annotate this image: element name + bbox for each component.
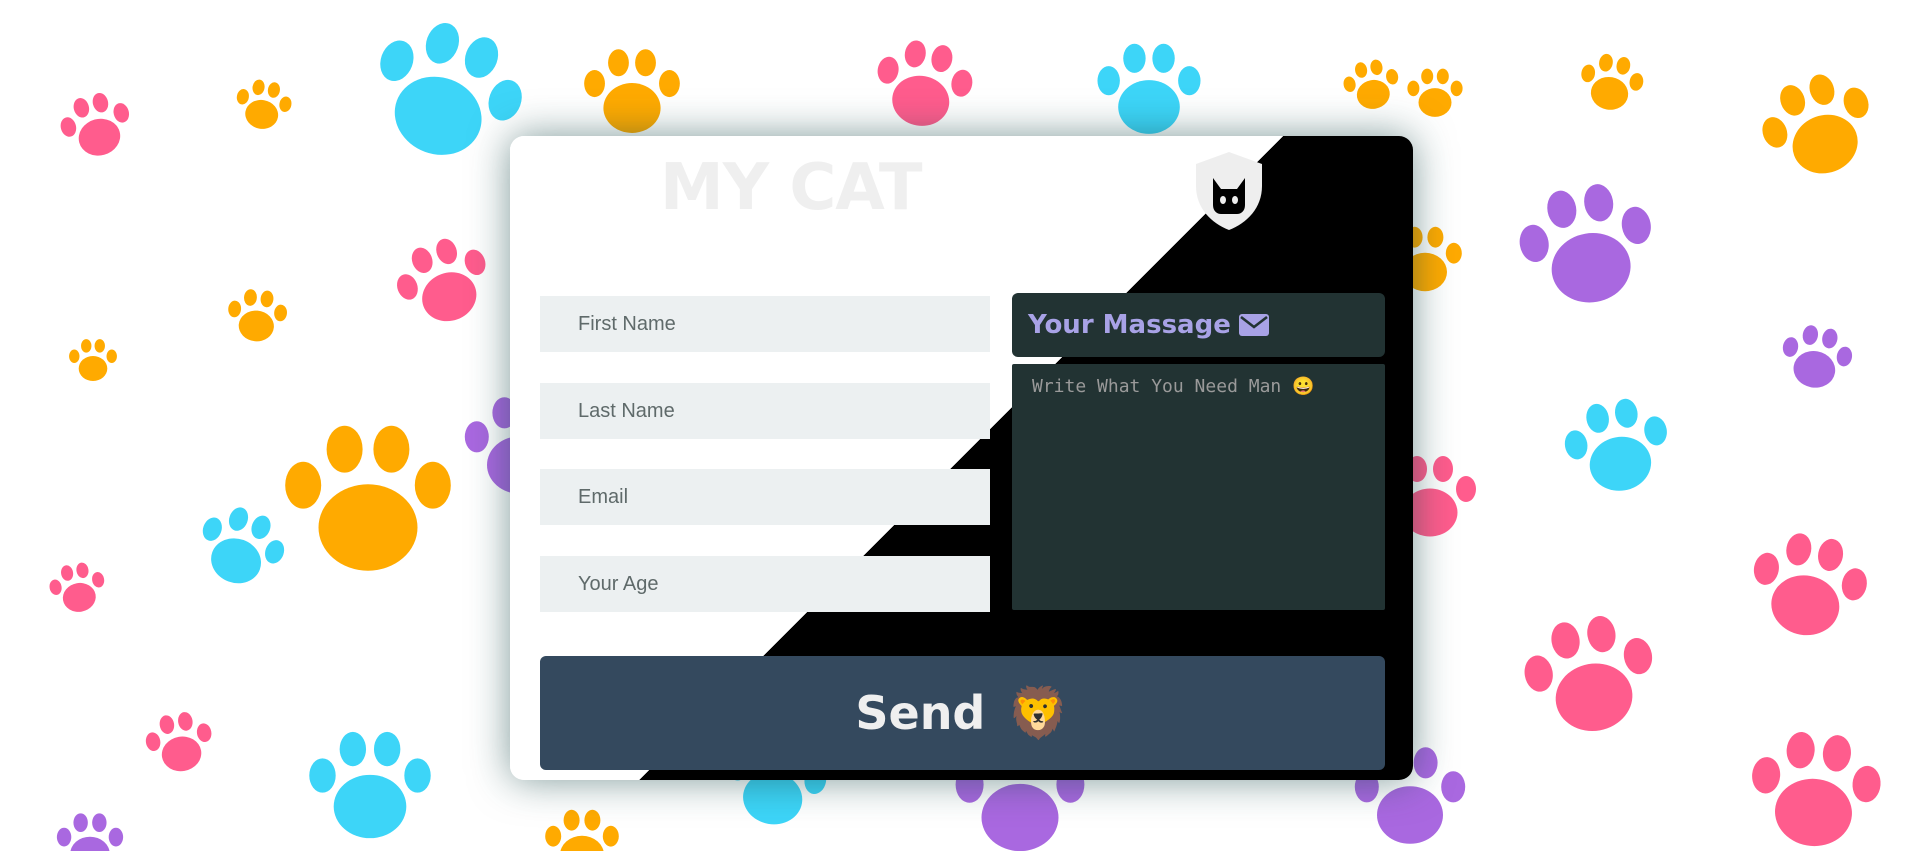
send-button[interactable]: Send 🦁: [540, 656, 1385, 770]
paw-print: [1753, 533, 1867, 636]
paw-print: [145, 712, 212, 772]
paw-print: [236, 79, 292, 129]
lion-emoji-icon: 🦁: [1007, 685, 1070, 741]
paw-print: [60, 92, 130, 156]
paw-print: [1407, 68, 1463, 117]
cat-shield-icon: [1196, 152, 1262, 230]
paw-print: [1524, 616, 1653, 731]
paw-print: [285, 425, 451, 571]
paw-print: [545, 809, 619, 851]
paw-print: [202, 507, 285, 584]
envelope-icon: [1238, 314, 1269, 336]
first-name-input[interactable]: [540, 296, 990, 352]
paw-print: [228, 289, 287, 342]
email-input[interactable]: [540, 469, 990, 525]
send-button-label: Send: [855, 686, 986, 740]
paw-print: [69, 339, 117, 381]
paw-print: [1782, 325, 1853, 388]
paw-print: [1564, 398, 1667, 491]
message-textarea[interactable]: [1012, 364, 1385, 610]
paw-print: [49, 562, 105, 612]
paw-print: [397, 238, 486, 322]
paw-print: [1581, 53, 1644, 110]
paw-print: [1762, 74, 1869, 174]
paw-print: [1519, 184, 1651, 303]
paw-print: [1343, 59, 1399, 109]
last-name-input[interactable]: [540, 383, 990, 439]
paw-print: [584, 49, 680, 133]
contact-card: MY CAT Your Massage Send 🦁: [510, 136, 1413, 780]
paw-print: [1097, 43, 1201, 134]
paw-print: [56, 813, 124, 851]
page-title: MY CAT: [660, 151, 922, 225]
paw-print: [1752, 732, 1881, 847]
message-label-text: Your Massage: [1028, 310, 1231, 340]
message-label: Your Massage: [1012, 293, 1385, 357]
paw-print: [309, 731, 431, 839]
age-input[interactable]: [540, 556, 990, 612]
paw-print: [877, 40, 973, 126]
